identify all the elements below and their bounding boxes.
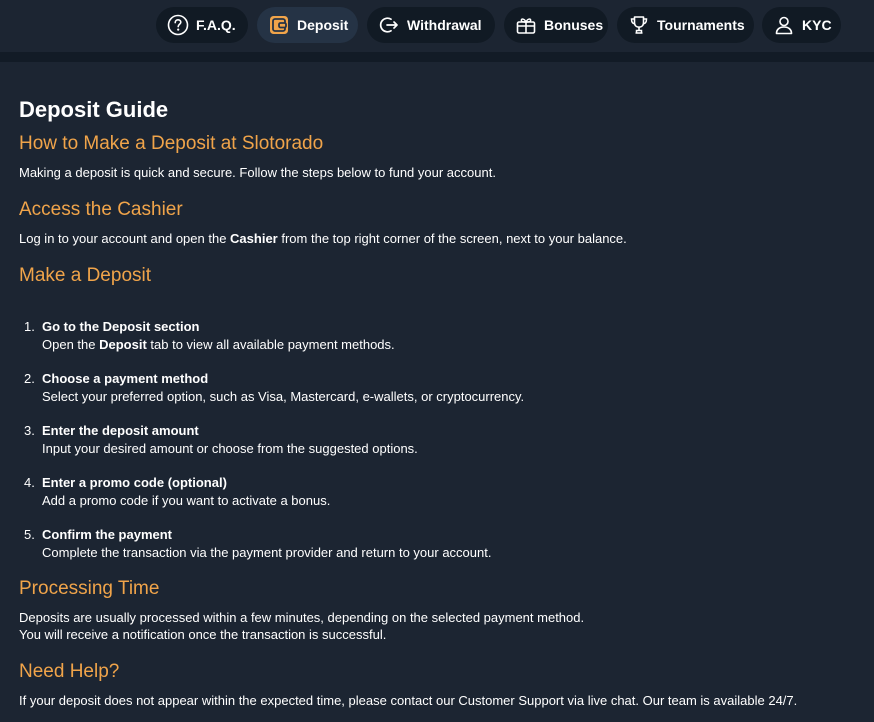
tab-tournaments[interactable]: Tournaments: [617, 7, 754, 43]
access-cashier-text: Log in to your account and open the Cash…: [19, 230, 627, 247]
list-item: 1. Go to the Deposit section Open the Dep…: [24, 318, 395, 354]
user-icon: [773, 14, 795, 36]
tab-deposit[interactable]: Deposit: [257, 7, 358, 43]
wallet-icon: [268, 14, 290, 36]
how-to-deposit-text: Making a deposit is quick and secure. Fo…: [19, 165, 496, 180]
tab-faq[interactable]: F.A.Q.: [156, 7, 248, 43]
tab-bonuses[interactable]: Bonuses: [504, 7, 608, 43]
step-title: Enter a promo code (optional): [42, 475, 227, 490]
list-item: 2. Choose a payment method Select your pr…: [24, 370, 524, 406]
tab-label: Deposit: [297, 17, 349, 33]
gift-icon: [515, 14, 537, 36]
top-tab-bar: F.A.Q. Deposit Withdrawal Bonuses Tourna…: [0, 0, 874, 52]
make-deposit-heading: Make a Deposit: [19, 265, 152, 286]
step-title: Go to the Deposit section: [42, 319, 200, 334]
text-segment: Open the: [42, 337, 100, 352]
page-title: Deposit Guide: [19, 97, 169, 122]
step-description: Add a promo code if you want to activate…: [42, 493, 331, 508]
tab-label: F.A.Q.: [196, 17, 236, 33]
question-circle-icon: [167, 14, 189, 36]
need-help-text: If your deposit does not appear within t…: [19, 693, 798, 708]
text-segment: Log in to your account and open the: [19, 231, 231, 246]
access-cashier-heading: Access the Cashier: [19, 199, 183, 220]
trophy-icon: [628, 14, 650, 36]
processing-time-line-2: You will receive a notification once the…: [19, 627, 387, 642]
tab-label: Bonuses: [544, 17, 604, 33]
step-description: Open the Deposit tab to view all availab…: [24, 336, 395, 354]
step-title: Confirm the payment: [42, 527, 173, 542]
tab-label: Tournaments: [657, 17, 745, 33]
list-item: 5. Confirm the payment Complete the trans…: [24, 526, 491, 562]
tab-label: KYC: [802, 17, 832, 33]
tab-label: Withdrawal: [407, 17, 482, 33]
cashier-emphasis: Cashier: [230, 231, 278, 246]
step-number: 2.: [24, 371, 35, 386]
step-title: Choose a payment method: [42, 371, 209, 386]
list-item: 3. Enter the deposit amount Input your de…: [24, 422, 418, 458]
processing-time-heading: Processing Time: [19, 578, 160, 599]
list-item: 4. Enter a promo code (optional) Add a pr…: [24, 474, 330, 510]
withdrawal-icon: [378, 14, 400, 36]
how-to-deposit-heading: How to Make a Deposit at Slotorado: [19, 133, 324, 154]
step-number: 3.: [24, 423, 35, 438]
tab-kyc[interactable]: KYC: [762, 7, 841, 43]
step-number: 1.: [24, 319, 35, 334]
step-description: Input your desired amount or choose from…: [42, 441, 418, 456]
step-number: 5.: [24, 527, 35, 542]
step-number: 4.: [24, 475, 35, 490]
step-title: Enter the deposit amount: [42, 423, 199, 438]
processing-time-line-1: Deposits are usually processed within a …: [19, 610, 585, 625]
tab-withdrawal[interactable]: Withdrawal: [367, 7, 495, 43]
header-divider: [0, 52, 874, 62]
text-segment: from the top right corner of the screen,…: [277, 231, 627, 246]
need-help-heading: Need Help?: [19, 661, 120, 682]
text-segment: tab to view all available payment method…: [146, 337, 395, 352]
step-description: Complete the transaction via the payment…: [42, 545, 492, 560]
step-description: Select your preferred option, such as Vi…: [42, 389, 525, 404]
deposit-emphasis: Deposit: [99, 337, 147, 352]
